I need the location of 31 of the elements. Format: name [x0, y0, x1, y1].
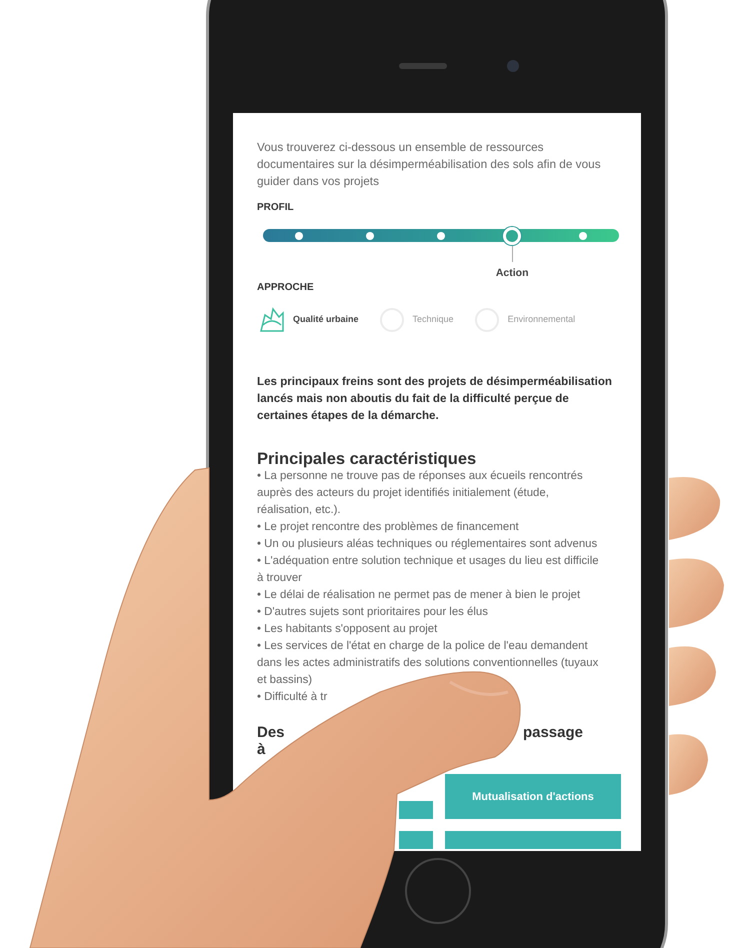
section-title: APPROCHE	[257, 281, 315, 295]
heading-text: à	[257, 742, 266, 758]
home-button[interactable]	[405, 858, 471, 924]
step-marker	[512, 246, 513, 262]
speaker-grille	[399, 63, 447, 69]
heading-text: Des	[257, 724, 285, 742]
section-title: PROFIL	[257, 201, 295, 215]
camera-icon	[507, 60, 519, 72]
list-item: • Les habitants s'opposent au projet	[257, 622, 438, 637]
profile-step[interactable]	[366, 232, 374, 240]
action-button[interactable]: Mutualisation d'actions	[445, 774, 621, 819]
heading-text: passage	[522, 724, 583, 742]
list-item: • Le délai de réalisation ne permet pas de mener à bien le projet	[257, 588, 582, 603]
list-item: • Les services de l'état en charge de la police de l'eau demandent dans les actes administratifs des solutions conventionnelles (tuyaux et bassins)	[257, 639, 600, 688]
list-item: • Difficulté à tr	[257, 690, 328, 705]
section-heading: Principales caractéristiques	[257, 450, 478, 468]
profile-step[interactable]	[503, 226, 522, 244]
profile-step[interactable]	[294, 232, 303, 240]
list-item: • D'autres sujets sont prioritaires pour les élus	[257, 605, 489, 620]
list-item: • La personne ne trouve pas de réponses aux écueils rencontrés auprès des acteurs du projet identifiés initialement (étude, réalisation, etc.).	[257, 469, 584, 518]
approach-option[interactable]: Technique	[376, 305, 454, 335]
profile-step[interactable]	[436, 232, 445, 240]
approach-option[interactable]: Qualité urbaine	[257, 305, 359, 335]
approach-option[interactable]: Environnemental	[472, 305, 576, 335]
summary-text: Les principaux freins sont des projets de désimperméabilisation lancés mais non aboutis du fait de la difficulté perçue de certaines étapes de la démarche.	[257, 374, 613, 424]
list-item: • L'adéquation entre solution technique et usages du lieu est difficile à trouver	[257, 554, 600, 586]
list-item: • Le projet rencontre des problèmes de financement	[257, 520, 520, 535]
step-label: Action	[496, 266, 528, 281]
intro-text: Vous trouverez ci-dessous un ensemble de ressources documentaires sur la désimperméabilisation des sols afin de vous guider dans vos projets	[257, 139, 602, 190]
list-item: • Un ou plusieurs aléas techniques ou réglementaires sont advenus	[257, 537, 598, 552]
profile-step[interactable]	[579, 232, 588, 240]
